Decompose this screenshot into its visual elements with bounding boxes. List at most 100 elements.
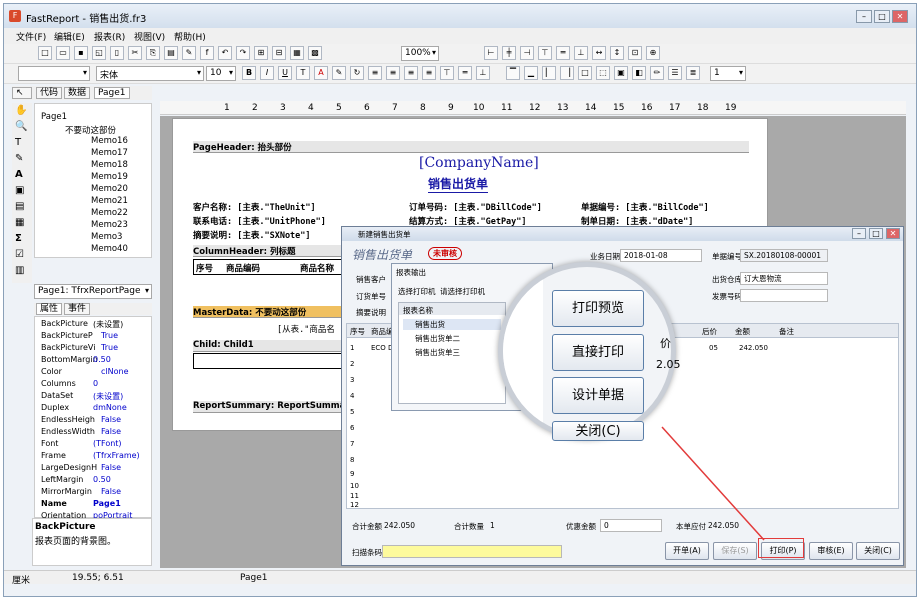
grid-icon[interactable]: ▦ (290, 46, 304, 60)
bold-icon[interactable]: B (242, 66, 256, 80)
band-icon[interactable]: ▦ (15, 217, 24, 228)
zoom-select[interactable]: 100% (401, 46, 439, 61)
printer-select[interactable]: 请选择打印机 (440, 286, 485, 297)
col-name[interactable]: 商品名称 (300, 262, 334, 274)
redo-icon[interactable]: ↷ (236, 46, 250, 60)
prop-value[interactable]: dmNone (93, 403, 127, 412)
biz-date-field[interactable]: 2018-01-08 (620, 249, 702, 262)
close-button[interactable]: ✕ (892, 10, 908, 23)
report-list-item[interactable]: 销售出货 (403, 319, 501, 330)
phone-memo[interactable]: 联系电话: [主表."UnitPhone"] (193, 215, 326, 227)
master-cell-name[interactable]: [从表."商品名 (277, 323, 335, 335)
menu-edit[interactable]: 编辑(E) (54, 30, 85, 43)
align-middle-icon[interactable]: ═ (556, 46, 570, 60)
frame-bottom-icon[interactable]: ▁ (524, 66, 538, 80)
dialog-minimize-button[interactable]: – (852, 228, 866, 239)
picture-icon[interactable]: ▣ (15, 185, 24, 196)
zoom-icon[interactable]: 🔍 (15, 121, 27, 132)
menu-view[interactable]: 视图(V) (134, 30, 165, 43)
space-h-icon[interactable]: ↔ (592, 46, 606, 60)
brush-icon[interactable]: ✎ (182, 46, 196, 60)
tab-code[interactable]: 代码 (36, 87, 62, 99)
frame-right-icon[interactable]: ▕ (560, 66, 574, 80)
invoice-field[interactable] (740, 289, 828, 302)
subreport-icon[interactable]: ▤ (15, 201, 24, 212)
font-size-select[interactable]: 10 (206, 66, 236, 81)
tree-item[interactable]: Memo40 (91, 244, 128, 254)
prop-value[interactable]: (未设置) (93, 319, 123, 330)
page-icon[interactable]: ▯ (110, 46, 124, 60)
ungroup-icon[interactable]: ⊟ (272, 46, 286, 60)
rotate-icon[interactable]: ↻ (350, 66, 364, 80)
format-painter-icon[interactable]: ✎ (15, 153, 23, 164)
space-v-icon[interactable]: ↕ (610, 46, 624, 60)
align-right-icon[interactable]: ⊣ (520, 46, 534, 60)
prop-value[interactable]: False (101, 463, 121, 472)
fx-icon[interactable]: f (200, 46, 214, 60)
tree-item[interactable]: Memo20 (91, 184, 128, 194)
line-width-icon[interactable]: ≣ (686, 66, 700, 80)
line-color-icon[interactable]: ✏ (650, 66, 664, 80)
tab-properties[interactable]: 属性 (36, 303, 62, 315)
prop-value[interactable]: False (101, 415, 121, 424)
tab-events[interactable]: 事件 (64, 303, 90, 315)
tree-item[interactable]: 不要动这部份 (65, 124, 116, 136)
line-width-select[interactable]: 1 (710, 66, 746, 81)
prop-value[interactable]: Page1 (93, 499, 121, 508)
align-left-icon[interactable]: ⊢ (484, 46, 498, 60)
font-select[interactable]: 宋体 (96, 66, 204, 81)
object-select[interactable]: Page1: TfrxReportPage (34, 284, 152, 299)
open-icon[interactable]: ▭ (56, 46, 70, 60)
text-right-icon[interactable]: ≡ (404, 66, 418, 80)
preview-icon[interactable]: ◱ (92, 46, 106, 60)
text-center-icon[interactable]: ≡ (386, 66, 400, 80)
report-list-item[interactable]: 销售出货单二 (403, 333, 472, 344)
customer-memo[interactable]: 客户名称: [主表."TheUnit"] (193, 201, 316, 213)
prop-value[interactable]: (TfrxFrame) (93, 451, 140, 460)
tree-item[interactable]: Page1 (41, 112, 67, 122)
frame-left-icon[interactable]: ▏ (542, 66, 556, 80)
order-no-memo[interactable]: 订单号码: [主表."DBillCode"] (409, 201, 542, 213)
prop-value[interactable]: (未设置) (93, 391, 123, 402)
center-icon[interactable]: ⊕ (646, 46, 660, 60)
align-bottom-icon[interactable]: ⊥ (574, 46, 588, 60)
shadow-icon[interactable]: ▣ (614, 66, 628, 80)
v-bottom-icon[interactable]: ⊥ (476, 66, 490, 80)
save-icon[interactable]: ▪ (74, 46, 88, 60)
prop-value[interactable]: True (101, 331, 118, 340)
checkbox-icon[interactable]: ☑ (15, 249, 24, 260)
v-middle-icon[interactable]: ═ (458, 66, 472, 80)
pointer-icon[interactable]: ↖ (12, 87, 32, 99)
font-icon[interactable]: T (296, 66, 310, 80)
discount-field[interactable]: 0 (600, 519, 662, 532)
tab-data[interactable]: 数据 (64, 87, 90, 99)
chart-icon[interactable]: ▥ (15, 265, 24, 276)
prop-value[interactable]: clNone (101, 367, 129, 376)
hand-icon[interactable]: ✋ (15, 105, 27, 116)
copy-icon[interactable]: ⎘ (146, 46, 160, 60)
group-icon[interactable]: ⊞ (254, 46, 268, 60)
underline-icon[interactable]: U (278, 66, 292, 80)
tree-item[interactable]: Memo22 (91, 208, 128, 218)
prop-value[interactable]: False (101, 487, 121, 496)
new-icon[interactable]: □ (38, 46, 52, 60)
text-justify-icon[interactable]: ≡ (422, 66, 436, 80)
tree-item[interactable]: Memo3 (91, 232, 122, 242)
dialog-maximize-button[interactable]: □ (869, 228, 883, 239)
print-preview-button[interactable]: 打印预览 (552, 290, 644, 327)
tree-item[interactable]: Memo18 (91, 160, 128, 170)
close-dialog-button[interactable]: 关闭(C) (856, 542, 900, 560)
line-style-icon[interactable]: ☰ (668, 66, 682, 80)
prop-value[interactable]: 0.50 (93, 355, 111, 364)
paste-icon[interactable]: ▤ (164, 46, 178, 60)
text-tool-icon[interactable]: T (15, 137, 21, 148)
text-left-icon[interactable]: ≡ (368, 66, 382, 80)
remark-memo[interactable]: 摘要说明: [主表."SXNote"] (193, 229, 311, 241)
prop-value[interactable]: True (101, 343, 118, 352)
align-center-icon[interactable]: ╪ (502, 46, 516, 60)
page-header-band[interactable]: PageHeader: 抬头部份 (193, 141, 749, 153)
scan-field[interactable] (382, 545, 562, 558)
fill-icon[interactable]: ◧ (632, 66, 646, 80)
italic-icon[interactable]: I (260, 66, 274, 80)
report-title-memo[interactable]: 销售出货单 (428, 175, 488, 193)
